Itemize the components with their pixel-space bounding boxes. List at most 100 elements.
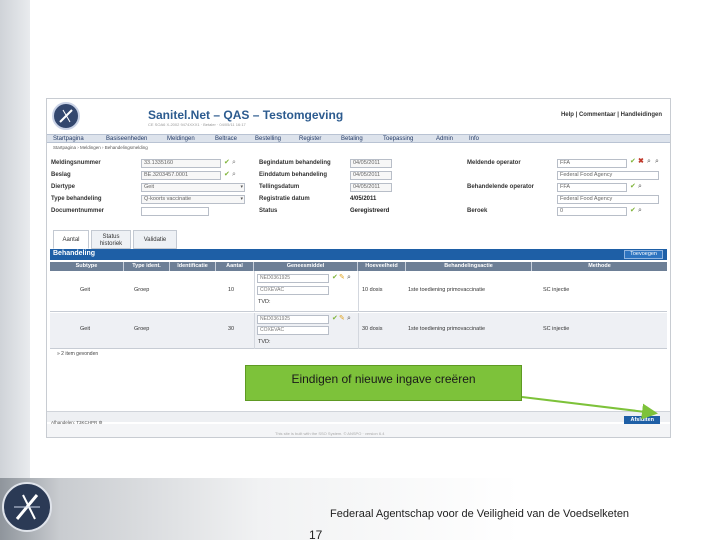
menu-item-basiseenheden[interactable]: Basiseenheden [106, 135, 147, 143]
check-icon[interactable]: ✔ [224, 171, 230, 179]
column-header-geneesmiddel: Geneesmiddel [254, 262, 358, 271]
app-subtitle: CE SOA6 X-2002 9474XXX1 · Betaler · 04/0… [148, 122, 246, 127]
app-footnote: This site is built with the SSO System. … [275, 431, 385, 436]
cell-hoeveelheid: 10 dosis [362, 287, 383, 293]
menu-item-admin[interactable]: Admin [436, 135, 453, 143]
behandelende-operator-name: Federal Food Agency [557, 195, 659, 204]
check-icon[interactable]: ✔ [332, 274, 338, 282]
label-registratie-datum: Registratie datum [259, 196, 310, 202]
menu-item-betaling[interactable]: Betaling [341, 135, 363, 143]
app-header: Sanitel.Net – QAS – Testomgeving CE SOA6… [47, 99, 670, 131]
footer-agency-text: Federaal Agentschap voor de Veiligheid v… [330, 508, 630, 520]
column-divider [358, 271, 359, 312]
meldingsnummer-field[interactable]: 33.1335160 [141, 159, 221, 168]
search-icon[interactable]: ⌕ [232, 159, 236, 167]
cell-aantal: 30 [228, 326, 235, 332]
check-icon[interactable]: ✔ [224, 159, 230, 167]
geneesmiddel-name-field[interactable]: COXEVAC [257, 326, 329, 335]
search-icon[interactable]: ⌕ [232, 171, 236, 179]
einddatum-field[interactable]: 04/05/2011 [350, 171, 392, 180]
edit-icon[interactable]: ✎ [339, 315, 345, 323]
cell-subtype: Geit [80, 287, 91, 293]
search-icon[interactable]: ⌕ [638, 183, 642, 191]
geneesmiddel-name-field[interactable]: COXEVAC [257, 286, 329, 295]
column-header-behandelingsactie: Behandelingsactie [406, 262, 532, 271]
fork-emblem-icon [59, 109, 73, 123]
help-links[interactable]: Help | Commentaar | Handleidingen [561, 112, 662, 118]
search-icon[interactable]: ⌕ [647, 158, 651, 166]
label-behandelende-operator: Behandelende operator [467, 184, 535, 190]
search-icon[interactable]: ⌕ [638, 207, 642, 215]
section-title: Behandeling [53, 250, 96, 257]
menu-item-startpagina[interactable]: Startpagina [53, 135, 84, 143]
fork-emblem-icon [14, 494, 40, 520]
cell-methode: SC injectie [543, 287, 570, 293]
tellingsdatum-field[interactable]: 04/05/2011 [350, 183, 392, 192]
cell-behandelingsactie: 1ste toediening primovaccinatie [408, 287, 486, 293]
section-header-behandeling: Behandeling Toevoegen [50, 249, 667, 260]
meldende-operator-name: Federal Food Agency [557, 171, 659, 180]
type-behandeling-select[interactable]: Q-koorts vaccinatie [141, 195, 245, 204]
menu-item-info[interactable]: Info [469, 135, 479, 143]
label-tellingsdatum: Tellingsdatum [259, 184, 300, 190]
check-icon[interactable]: ✔ [630, 183, 636, 191]
check-icon[interactable]: ✔ [630, 158, 636, 166]
column-header-methode: Methode [588, 263, 611, 269]
menu-item-meldingen[interactable]: Meldingen [167, 135, 195, 143]
label-meldende-operator: Meldende operator [467, 160, 521, 166]
cell-type-ident: Groep [134, 326, 150, 332]
label-type-behandeling: Type behandeling [51, 196, 102, 202]
search-icon[interactable]: ⌕ [347, 315, 351, 323]
label-documentnummer: Documentnummer [51, 208, 105, 214]
tab-status-historiek[interactable]: Status historiek [91, 230, 131, 249]
page-number: 17 [309, 528, 323, 540]
label-beslag: Beslag [51, 172, 71, 178]
cell-behandelingsactie: 1ste toediening primovaccinatie [408, 326, 486, 332]
begindatum-field[interactable]: 04/05/2011 [350, 159, 392, 168]
label-einddatum: Einddatum behandeling [259, 172, 328, 178]
diertype-select[interactable]: Geit [141, 183, 245, 192]
check-icon[interactable]: ✔ [630, 207, 636, 215]
cell-aantal: 10 [228, 287, 235, 293]
cell-type-ident: Groep [134, 287, 150, 293]
label-begindatum: Begindatum behandeling [259, 160, 331, 166]
column-header-subtype: Subtype [50, 262, 124, 271]
check-icon[interactable]: ✔ [332, 315, 338, 323]
app-title: Sanitel.Net – QAS – Testomgeving [148, 108, 344, 122]
tab-aantal[interactable]: Aantal [53, 230, 89, 249]
slide: Federaal Agentschap voor de Veiligheid v… [0, 0, 720, 540]
beslag-field[interactable]: BE.3203457.0001 [141, 171, 221, 180]
label-status: Status [259, 208, 278, 214]
documentnummer-field[interactable] [141, 207, 209, 216]
breadcrumb: Startpagina › Meldingen › Behandelingsme… [47, 144, 670, 152]
table-header: Subtype Type ident. Identificatie Aantal… [50, 262, 667, 271]
behandelende-operator-field[interactable]: FFA [557, 183, 627, 192]
label-meldingsnummer: Meldingsnummer [51, 160, 101, 166]
add-button[interactable]: Toevoegen [624, 250, 663, 259]
menu-item-beltrace[interactable]: Beltrace [215, 135, 237, 143]
search-icon[interactable]: ⌕ [347, 274, 351, 282]
tab-validatie[interactable]: Validatie [133, 230, 177, 249]
menu-item-toepassing[interactable]: Toepassing [383, 135, 413, 143]
beroek-field[interactable]: 0 [557, 207, 627, 216]
items-found-count: » 2 item gevonden [57, 351, 99, 357]
cell-subtype: Geit [80, 326, 91, 332]
cell-methode: SC injectie [543, 326, 570, 332]
label-beroek: Beroek [467, 208, 488, 214]
column-divider [358, 313, 359, 349]
geneesmiddel-code-field[interactable]: NED0361925 [257, 315, 329, 324]
registratie-datum-value: 4/05/2011 [350, 196, 377, 202]
menu-item-bestelling[interactable]: Bestelling [255, 135, 281, 143]
label-diertype: Diertype [51, 184, 76, 190]
callout-box: Eindigen of nieuwe ingave creëren [245, 365, 522, 401]
action-strip [47, 411, 670, 422]
menu-item-register[interactable]: Register [299, 135, 321, 143]
edit-icon[interactable]: ✎ [339, 274, 345, 282]
delete-icon[interactable]: ✖ [638, 158, 644, 166]
column-header-aantal: Aantal [216, 262, 254, 271]
zoom-out-icon[interactable]: ⌕ [655, 158, 659, 166]
meldende-operator-field[interactable]: FFA [557, 159, 627, 168]
column-divider [254, 313, 255, 349]
geneesmiddel-code-field[interactable]: NED0361925 [257, 274, 329, 283]
main-menu: Startpagina Basiseenheden Meldingen Belt… [47, 134, 670, 143]
